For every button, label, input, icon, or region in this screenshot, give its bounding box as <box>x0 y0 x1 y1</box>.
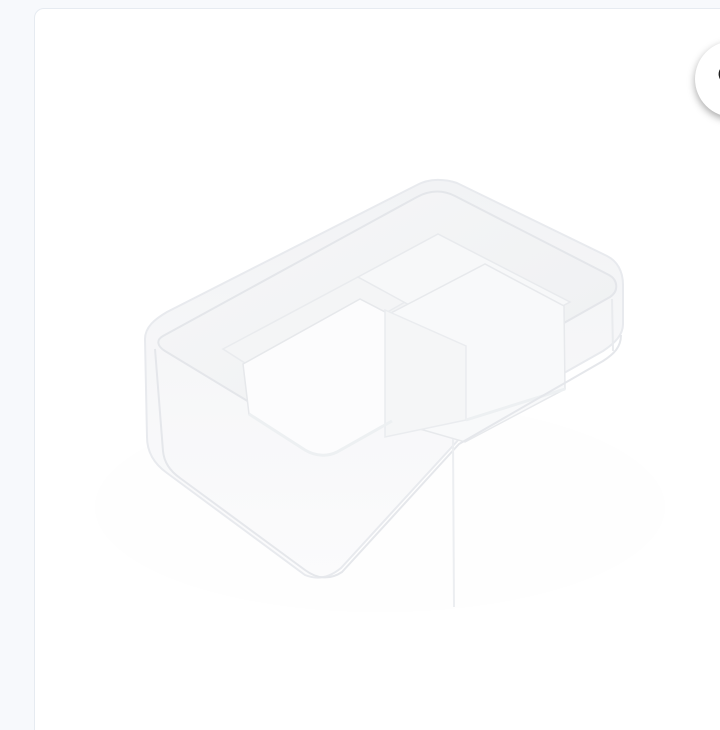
product-page <box>0 0 720 730</box>
product-image[interactable] <box>35 9 720 730</box>
product-card <box>34 8 720 730</box>
